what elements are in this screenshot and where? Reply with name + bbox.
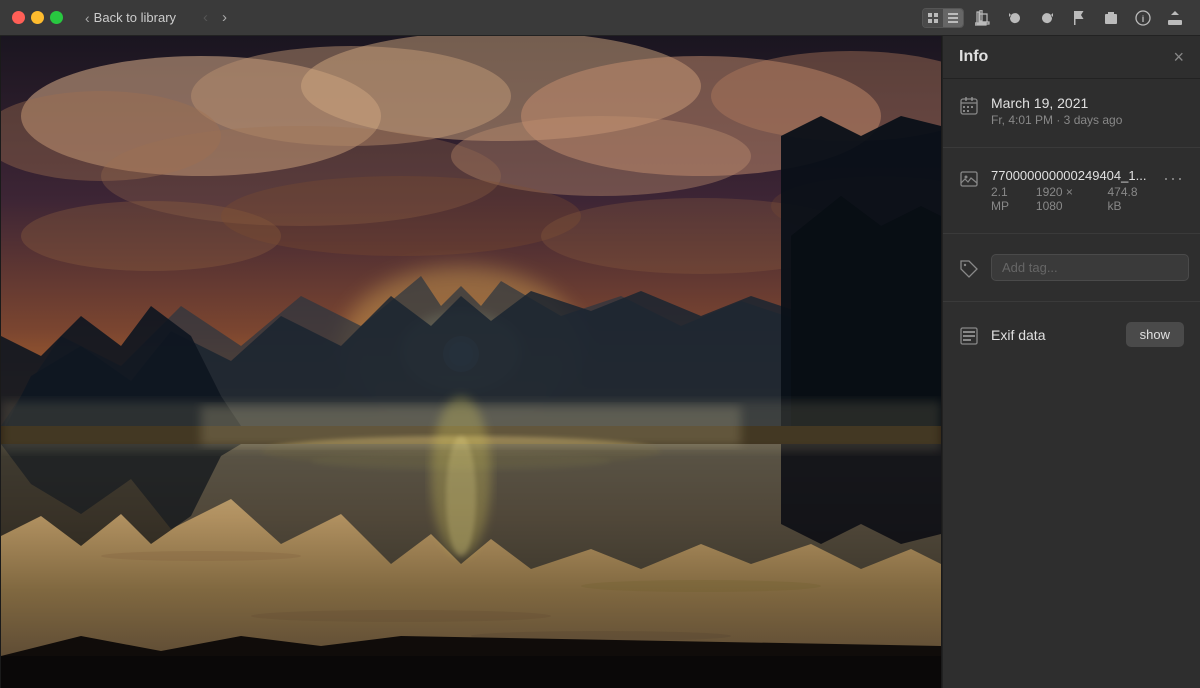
- tag-row: [959, 254, 1184, 281]
- file-name: 770000000000249404_1...: [991, 168, 1151, 183]
- file-size: 474.8 kB: [1108, 185, 1152, 213]
- flag-icon[interactable]: [1066, 7, 1092, 29]
- view-toggle-left[interactable]: [923, 9, 943, 27]
- svg-text:i: i: [1142, 14, 1145, 24]
- crop-icon[interactable]: [970, 7, 996, 29]
- minimize-button[interactable]: [31, 11, 44, 24]
- traffic-lights: [12, 11, 63, 24]
- file-options-button[interactable]: ···: [1163, 168, 1184, 189]
- close-button[interactable]: [12, 11, 25, 24]
- divider-3: [943, 301, 1200, 302]
- titlebar: ‹ Back to library ‹ ›: [0, 0, 1200, 36]
- file-dimensions: 1920 × 1080: [1036, 185, 1098, 213]
- nav-back-icon[interactable]: ‹: [198, 7, 213, 28]
- share-icon[interactable]: [1162, 7, 1188, 29]
- view-toggle: [922, 8, 964, 28]
- rotate-left-icon[interactable]: [1002, 7, 1028, 29]
- tag-icon: [959, 260, 979, 278]
- nav-forward-icon[interactable]: ›: [217, 7, 232, 28]
- back-label: Back to library: [94, 10, 176, 25]
- info-panel-title: Info: [959, 48, 988, 66]
- exif-show-button[interactable]: show: [1126, 322, 1184, 347]
- info-panel-header: Info ×: [943, 36, 1200, 79]
- divider-1: [943, 147, 1200, 148]
- trash-icon[interactable]: [1098, 7, 1124, 29]
- info-icon[interactable]: i: [1130, 7, 1156, 29]
- rotate-right-icon[interactable]: [1034, 7, 1060, 29]
- info-close-button[interactable]: ×: [1173, 48, 1184, 66]
- exif-icon: [959, 327, 979, 345]
- file-megapixels: 2.1 MP: [991, 185, 1026, 213]
- date-primary: March 19, 2021: [991, 95, 1122, 111]
- toolbar: i: [922, 7, 1188, 29]
- info-panel: Info ×: [942, 36, 1200, 688]
- info-panel-content: March 19, 2021 Fr, 4:01 PM · 3 days ago …: [943, 79, 1200, 363]
- nav-arrows: ‹ ›: [198, 7, 232, 28]
- exif-label: Exif data: [991, 327, 1114, 343]
- file-meta: 2.1 MP 1920 × 1080 474.8 kB: [991, 185, 1151, 213]
- date-secondary: Fr, 4:01 PM · 3 days ago: [991, 113, 1122, 127]
- exif-row: Exif data show: [959, 322, 1184, 347]
- view-toggle-right[interactable]: [943, 9, 963, 27]
- calendar-icon: [959, 97, 979, 115]
- date-info: March 19, 2021 Fr, 4:01 PM · 3 days ago: [991, 95, 1122, 127]
- maximize-button[interactable]: [50, 11, 63, 24]
- main-area: Info ×: [0, 36, 1200, 688]
- file-info-row: 770000000000249404_1... 2.1 MP 1920 × 10…: [959, 168, 1184, 213]
- date-row: March 19, 2021 Fr, 4:01 PM · 3 days ago: [959, 95, 1184, 127]
- back-chevron-icon: ‹: [85, 10, 90, 26]
- divider-2: [943, 233, 1200, 234]
- back-to-library-button[interactable]: ‹ Back to library: [79, 8, 182, 28]
- photo-viewer: [0, 36, 942, 688]
- photo-canvas: [1, 36, 941, 688]
- tag-input[interactable]: [991, 254, 1189, 281]
- file-info-main: 770000000000249404_1... 2.1 MP 1920 × 10…: [991, 168, 1151, 213]
- image-icon: [959, 170, 979, 188]
